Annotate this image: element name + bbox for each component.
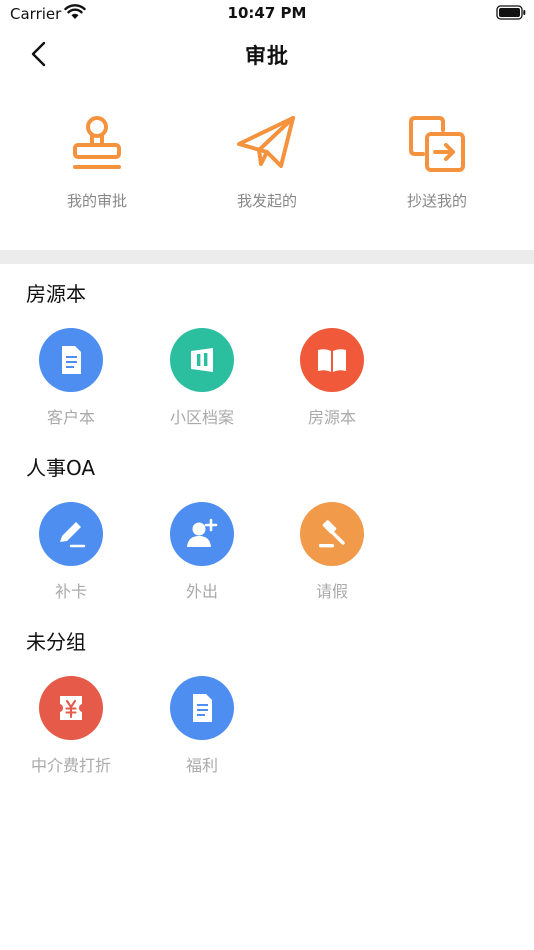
go-out-label: 外出 (185, 582, 218, 601)
battery-icon (496, 5, 526, 20)
grid-item-housing-book[interactable]: 房源本 (267, 328, 397, 428)
initiated-by-me-button[interactable]: 我发起的 (178, 112, 356, 222)
section-divider (0, 250, 534, 264)
document-icon (193, 694, 212, 722)
yuan-coupon-icon (60, 696, 82, 720)
cc-to-me-button[interactable]: 抄送我的 (348, 112, 526, 222)
leave-request-label: 请假 (315, 582, 348, 601)
community-archive-circle (170, 328, 234, 392)
my-approvals-button[interactable]: 我的审批 (8, 112, 186, 222)
status-bar: Carrier 10:47 PM (0, 0, 534, 28)
clock-in-fix-label: 补卡 (54, 582, 87, 601)
welfare-label: 福利 (185, 756, 218, 775)
housing-book-circle (300, 328, 364, 392)
page-title: 审批 (245, 44, 289, 68)
section-title-housing: 房源本 (26, 282, 86, 306)
housing-book-label: 房源本 (307, 408, 356, 427)
cc-to-me-label: 抄送我的 (406, 192, 467, 210)
community-archive-label: 小区档案 (169, 408, 234, 427)
book-icon (318, 349, 346, 372)
customer-book-circle (39, 328, 103, 392)
grid-item-customer-book[interactable]: 客户本 (6, 328, 136, 428)
agency-fee-discount-circle (39, 676, 103, 740)
clock-in-fix-circle (39, 502, 103, 566)
nav-bar: 审批 (0, 28, 534, 80)
go-out-circle (170, 502, 234, 566)
grid-item-go-out[interactable]: 外出 (137, 502, 267, 602)
agency-fee-discount-label: 中介费打折 (30, 756, 111, 775)
initiated-by-me-label: 我发起的 (236, 192, 297, 210)
pen-sign-icon (60, 522, 86, 548)
document-icon (62, 346, 81, 374)
grid-item-welfare[interactable]: 福利 (137, 676, 267, 776)
archive-icon (191, 348, 213, 372)
approval-shortcuts: 我的审批 我发起的 抄送我的 (0, 112, 534, 222)
grid-item-agency-fee-discount[interactable]: 中介费打折 (6, 676, 136, 776)
share-copy-icon (409, 116, 465, 172)
welfare-circle (170, 676, 234, 740)
gavel-icon (319, 520, 345, 548)
paper-plane-icon (237, 116, 295, 168)
customer-book-label: 客户本 (46, 408, 95, 427)
stamp-icon (73, 116, 121, 169)
my-approvals-label: 我的审批 (66, 192, 127, 210)
leave-request-circle (300, 502, 364, 566)
clock-time: 10:47 PM (227, 4, 307, 22)
grid-item-leave-request[interactable]: 请假 (267, 502, 397, 602)
section-title-ungrouped: 未分组 (26, 630, 86, 654)
grid-item-community-archive[interactable]: 小区档案 (137, 328, 267, 428)
section-title-hr-oa: 人事OA (26, 456, 96, 480)
user-add-icon (187, 518, 218, 547)
grid-item-clock-in-fix[interactable]: 补卡 (6, 502, 136, 602)
